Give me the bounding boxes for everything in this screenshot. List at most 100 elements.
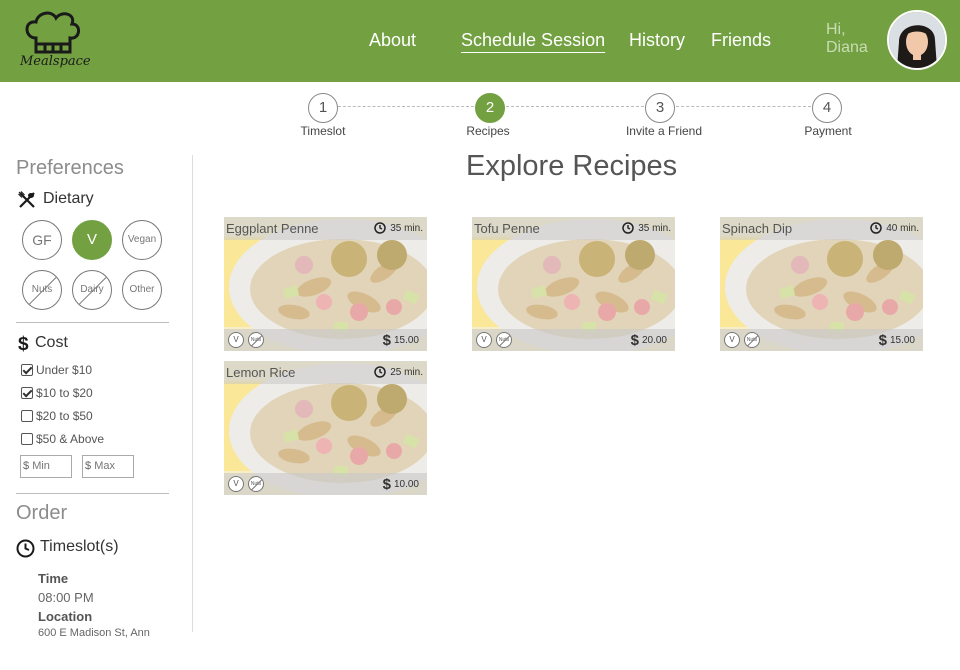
dollar-icon: $ bbox=[630, 332, 639, 349]
user-avatar[interactable] bbox=[887, 10, 947, 70]
min-price-input[interactable] bbox=[32, 460, 71, 472]
diet-option-vegan[interactable]: Vegan bbox=[122, 220, 162, 260]
recipe-time-value: 40 min. bbox=[886, 222, 919, 234]
clock-icon bbox=[870, 222, 882, 234]
step-3-circle[interactable]: 3 bbox=[645, 93, 675, 123]
order-title: Order bbox=[16, 502, 68, 524]
preferences-title: Preferences bbox=[16, 157, 124, 179]
stepper-connector bbox=[506, 106, 644, 107]
clock-icon bbox=[374, 366, 386, 378]
max-price-input[interactable] bbox=[94, 460, 133, 472]
recipe-name: Lemon Rice bbox=[226, 365, 296, 380]
recipe-price: $ 10.00 bbox=[383, 476, 419, 493]
recipe-card[interactable]: Eggplant Penne 35 min. V Nuts $ 15 bbox=[224, 217, 427, 351]
excluded-slash-icon bbox=[24, 272, 61, 309]
cost-option-label: $20 to $50 bbox=[36, 409, 93, 423]
diet-option-gf[interactable]: GF bbox=[22, 220, 62, 260]
recipe-name: Eggplant Penne bbox=[226, 221, 319, 236]
cost-option-20-to-50[interactable]: $20 to $50 bbox=[21, 409, 93, 423]
step-4-label: Payment bbox=[804, 124, 852, 138]
nav-friends[interactable]: Friends bbox=[711, 30, 771, 51]
recipe-price-value: 15.00 bbox=[889, 335, 915, 346]
diet-option-nuts[interactable]: Nuts bbox=[22, 270, 62, 310]
recipe-name: Spinach Dip bbox=[722, 221, 793, 236]
recipe-card[interactable]: Tofu Penne 35 min. V Nuts $ 20.00 bbox=[472, 217, 675, 351]
recipe-price: $ 20.00 bbox=[631, 332, 667, 349]
sidebar-divider bbox=[192, 155, 193, 632]
step-2-label: Recipes bbox=[466, 124, 510, 138]
location-value: 600 E Madison St, Ann bbox=[38, 627, 150, 639]
clock-icon bbox=[16, 539, 35, 563]
tag-vegetarian: V bbox=[724, 332, 740, 348]
cost-option-10-to-20[interactable]: $10 to $20 bbox=[21, 386, 93, 400]
header-bar: Mealspace About Schedule Session History… bbox=[0, 0, 960, 82]
cost-option-under-10[interactable]: Under $10 bbox=[21, 363, 92, 377]
recipe-time: 25 min. bbox=[374, 366, 423, 378]
recipe-card[interactable]: Spinach Dip 40 min. V Nuts $ 15.00 bbox=[720, 217, 923, 351]
min-price-field[interactable]: $ bbox=[20, 455, 72, 478]
recipe-card-footer: V Nuts $ 15.00 bbox=[224, 329, 427, 351]
checkbox[interactable] bbox=[21, 387, 33, 399]
step-4-circle[interactable]: 4 bbox=[812, 93, 842, 123]
logo-text: Mealspace bbox=[20, 54, 91, 69]
recipe-card-footer: V Nuts $ 20.00 bbox=[472, 329, 675, 351]
nav-history[interactable]: History bbox=[629, 30, 685, 51]
fork-knife-icon bbox=[18, 191, 36, 214]
clock-icon bbox=[622, 222, 634, 234]
diet-option-other[interactable]: Other bbox=[122, 270, 162, 310]
timeslot-title: Timeslot(s) bbox=[40, 538, 119, 555]
checkbox[interactable] bbox=[21, 410, 33, 422]
step-2-circle[interactable]: 2 bbox=[475, 93, 505, 123]
stepper-connector bbox=[338, 106, 474, 107]
step-3-label: Invite a Friend bbox=[625, 124, 703, 138]
tag-vegetarian: V bbox=[228, 476, 244, 492]
tag-vegetarian: V bbox=[228, 332, 244, 348]
dietary-title: Dietary bbox=[43, 190, 94, 207]
dollar-icon: $ bbox=[18, 334, 29, 355]
time-value: 08:00 PM bbox=[38, 590, 94, 605]
dollar-icon: $ bbox=[878, 332, 887, 349]
max-price-field[interactable]: $ bbox=[82, 455, 134, 478]
tag-no-nuts: Nuts bbox=[496, 332, 512, 348]
recipe-time: 40 min. bbox=[870, 222, 919, 234]
nav-about[interactable]: About bbox=[369, 30, 416, 51]
tag-vegetarian: V bbox=[476, 332, 492, 348]
recipe-price-value: 20.00 bbox=[641, 335, 667, 346]
user-greeting: Hi, Diana bbox=[826, 21, 868, 57]
diet-option-v[interactable]: V bbox=[72, 220, 112, 260]
recipe-time-value: 25 min. bbox=[390, 366, 423, 378]
dollar-icon: $ bbox=[382, 476, 391, 493]
checkbox[interactable] bbox=[21, 433, 33, 445]
recipe-card-header: Tofu Penne 35 min. bbox=[472, 217, 675, 240]
nav-schedule-session[interactable]: Schedule Session bbox=[461, 30, 605, 51]
sidebar-divider-line bbox=[16, 322, 169, 323]
step-1-circle[interactable]: 1 bbox=[308, 93, 338, 123]
tag-no-nuts: Nuts bbox=[248, 332, 264, 348]
recipe-price-value: 15.00 bbox=[393, 335, 419, 346]
recipe-card-header: Eggplant Penne 35 min. bbox=[224, 217, 427, 240]
recipe-card-footer: V Nuts $ 10.00 bbox=[224, 473, 427, 495]
time-label: Time bbox=[38, 571, 69, 586]
recipe-card-footer: V Nuts $ 15.00 bbox=[720, 329, 923, 351]
step-1-label: Timeslot bbox=[300, 124, 346, 138]
cost-option-50-above[interactable]: $50 & Above bbox=[21, 432, 104, 446]
recipe-name: Tofu Penne bbox=[474, 221, 540, 236]
diet-option-dairy[interactable]: Dairy bbox=[72, 270, 112, 310]
greeting-hi: Hi, bbox=[826, 21, 846, 38]
clock-icon bbox=[374, 222, 386, 234]
greeting-name: Diana bbox=[826, 39, 868, 56]
recipe-price-value: 10.00 bbox=[393, 479, 419, 490]
recipe-card[interactable]: Lemon Rice 25 min. V Nuts $ 10.00 bbox=[224, 361, 427, 495]
tag-no-nuts: Nuts bbox=[744, 332, 760, 348]
recipe-time: 35 min. bbox=[622, 222, 671, 234]
recipe-time-value: 35 min. bbox=[390, 222, 423, 234]
page-title: Explore Recipes bbox=[466, 150, 678, 182]
recipe-time-value: 35 min. bbox=[638, 222, 671, 234]
cost-option-label: $50 & Above bbox=[36, 432, 105, 446]
checkbox[interactable] bbox=[21, 364, 33, 376]
currency-symbol: $ bbox=[23, 460, 30, 472]
recipe-card-header: Spinach Dip 40 min. bbox=[720, 217, 923, 240]
recipe-time: 35 min. bbox=[374, 222, 423, 234]
stepper-connector bbox=[676, 106, 811, 107]
recipe-price: $ 15.00 bbox=[879, 332, 915, 349]
